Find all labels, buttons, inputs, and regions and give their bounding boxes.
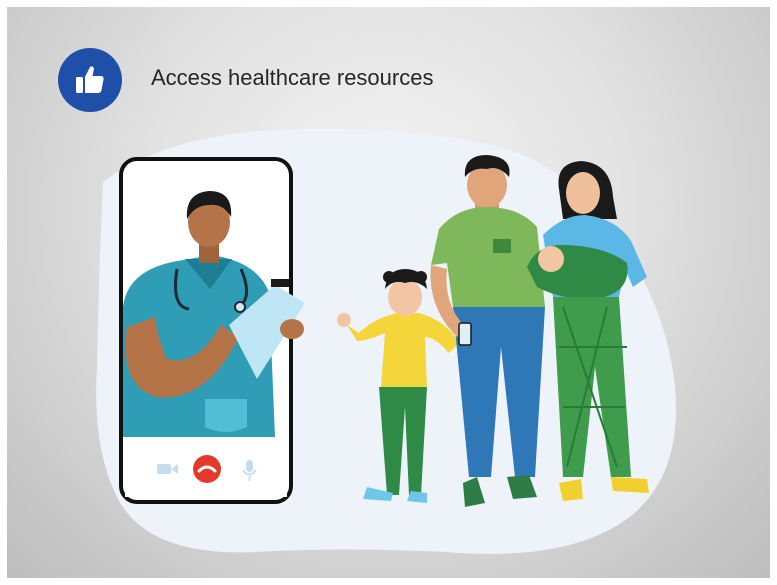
telehealth-illustration: [96, 128, 676, 554]
smartphone: [119, 157, 305, 504]
video-camera-icon: [157, 464, 171, 474]
end-call-icon: [193, 455, 221, 483]
slide: Access healthcare resources: [7, 7, 770, 578]
microphone-icon: [246, 460, 253, 472]
